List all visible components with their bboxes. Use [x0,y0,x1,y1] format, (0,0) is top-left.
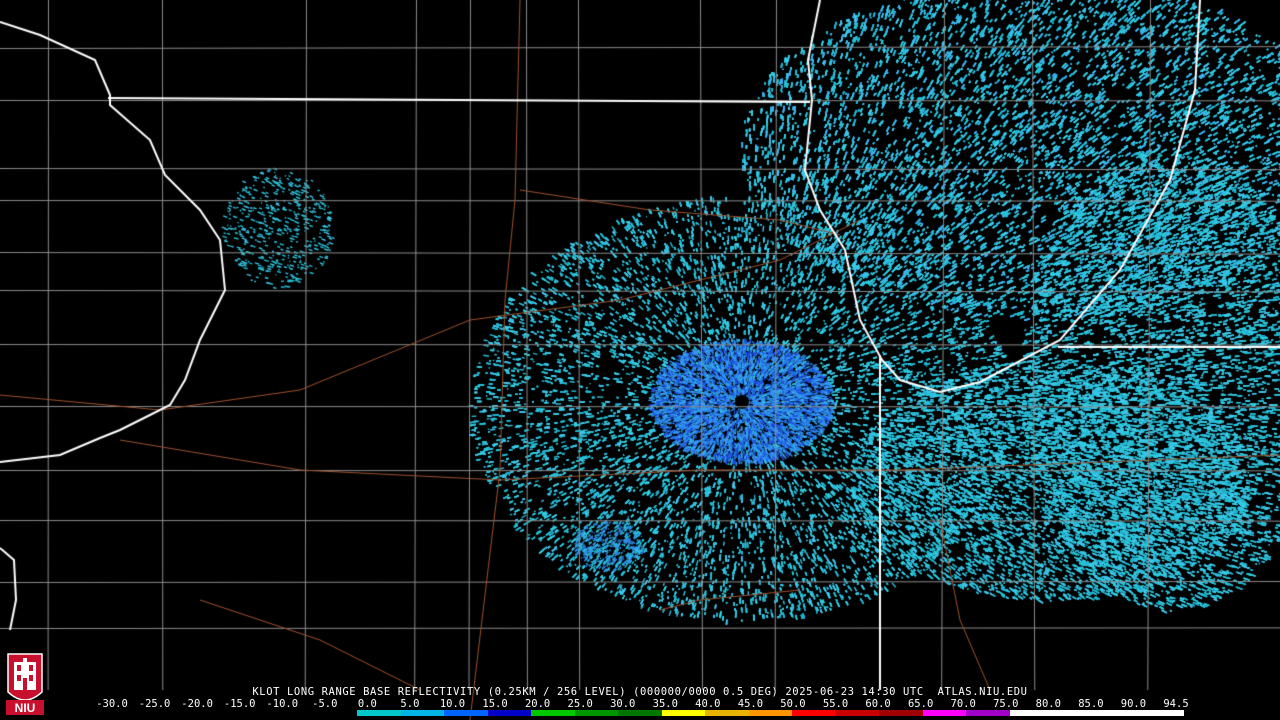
legend-color-segment [835,710,880,716]
legend-tick-label: 50.0 [780,698,806,710]
legend-tick-label: 45.0 [737,698,764,710]
legend-tick-label: 60.0 [865,698,891,710]
legend-tick-label: 30.0 [610,698,636,710]
legend-color-segment [705,710,750,716]
legend-tick-label: 0.0 [357,698,377,710]
legend-color-segment [661,710,706,716]
legend-color-segment [400,710,445,716]
legend-color-segment [748,710,793,716]
legend-color-segment [183,710,228,716]
legend-color-segment [96,710,141,716]
legend-tick-label: 85.0 [1078,698,1104,710]
legend-tick-label: 15.0 [482,698,508,710]
legend-color-bar [96,710,1185,716]
legend-color-segment [270,710,315,716]
legend-tick-label: -10.0 [266,698,299,710]
map-caption: KLOT LONG RANGE BASE REFLECTIVITY (0.25K… [252,686,1028,698]
legend-color-segment [487,710,532,716]
legend-tick-label: -15.0 [223,698,256,710]
legend-color-segment [226,710,271,716]
legend-tick-label: 25.0 [567,698,593,710]
legend-color-segment [531,710,576,716]
legend-color-segment [357,710,402,716]
legend-color-segment [1140,710,1185,716]
legend-tick-label: -25.0 [138,698,171,710]
legend-color-segment [1053,710,1098,716]
legend-color-segment [922,710,967,716]
legend-tick-label: 40.0 [695,698,721,710]
legend-color-segment [139,710,184,716]
legend-tick-labels: -30.0 -25.0 -20.0 -15.0 -10.0 -5.0 0.0 5.0 10.0 1… [0,698,1280,710]
legend-tick-label: -5.0 [312,698,338,710]
legend-color-segment [618,710,663,716]
legend-tick-label: 55.0 [822,698,849,710]
legend-tick-label: 35.0 [652,698,678,710]
legend-color-segment [1096,710,1141,716]
legend-tick-label: -30.0 [96,698,128,710]
legend-color-segment [574,710,619,716]
logo-text: NIU [15,701,36,715]
legend-tick-label: 10.0 [439,698,466,710]
legend-tick-label: 80.0 [1035,698,1061,710]
legend-color-segment [879,710,924,716]
legend-tick-label: 65.0 [907,698,934,710]
legend-color-segment [792,710,837,716]
legend-tick-label: 94.5 [1163,698,1189,710]
legend-color-segment [966,710,1011,716]
legend-tick-label: 70.0 [950,698,976,710]
legend-color-segment [444,710,489,716]
radar-map [0,0,1280,720]
legend-tick-label: 75.0 [993,698,1019,710]
legend-tick-label: 5.0 [400,698,420,710]
legend-color-segment [1009,710,1054,716]
legend-color-segment [313,710,358,716]
legend-tick-label: 20.0 [524,698,551,710]
niu-logo: NIU [4,648,46,716]
legend-tick-label: 90.0 [1120,698,1147,710]
legend-tick-label: -20.0 [181,698,213,710]
